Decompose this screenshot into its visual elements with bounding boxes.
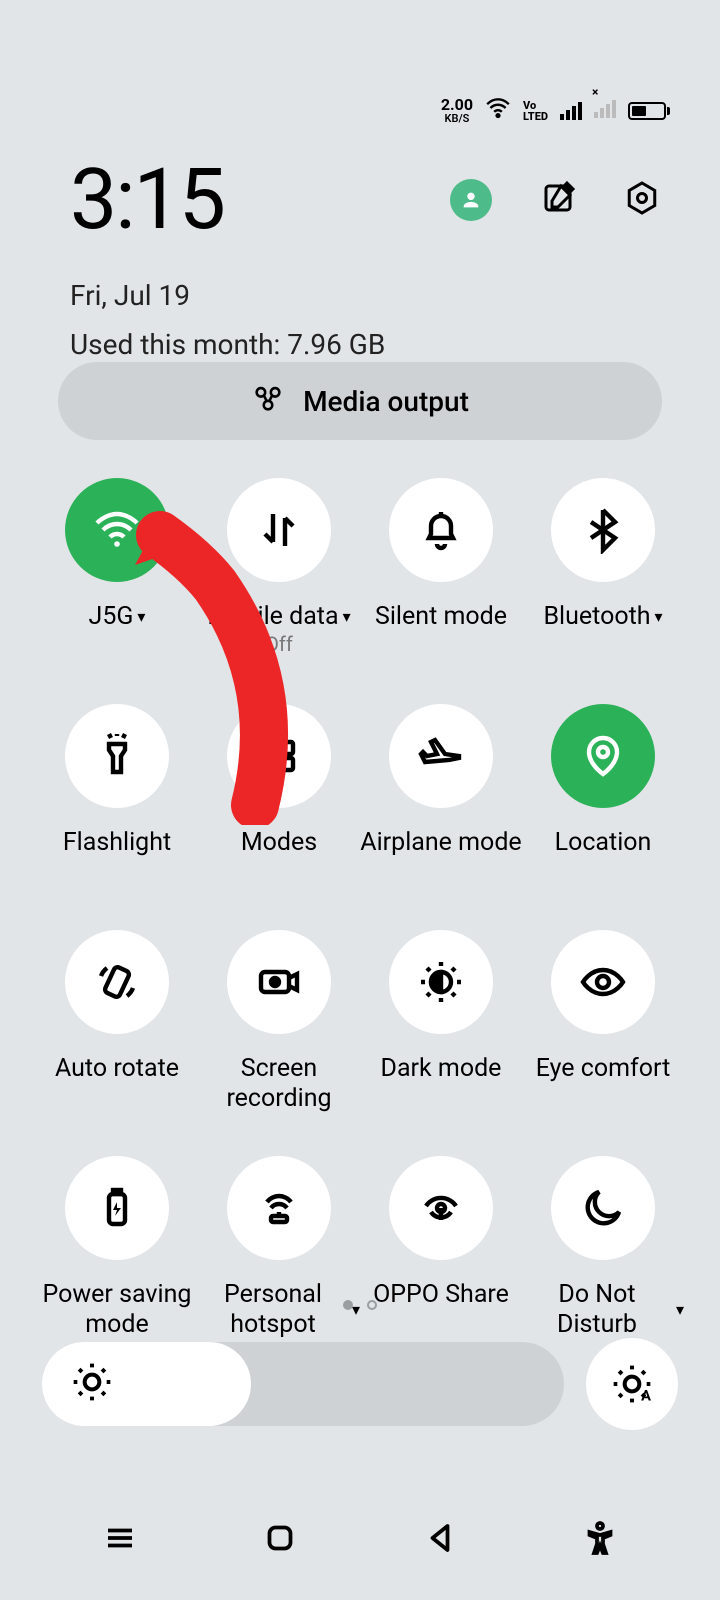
modes-tile[interactable]: Modes <box>198 704 360 888</box>
auto-rotate-icon <box>65 930 169 1034</box>
do-not-disturb-tile[interactable]: Do Not Disturb ▾ <box>522 1156 684 1340</box>
eye-comfort-tile[interactable]: Eye comfort <box>522 930 684 1114</box>
media-output-button[interactable]: Media output <box>58 362 662 440</box>
share-icon <box>389 1156 493 1260</box>
airplane-mode-tile[interactable]: Airplane mode <box>360 704 522 888</box>
back-button[interactable] <box>422 1520 458 1560</box>
clock-time[interactable]: 3:15 <box>70 150 224 249</box>
home-button[interactable] <box>262 1520 298 1560</box>
brightness-icon <box>70 1360 114 1408</box>
wifi-icon <box>65 478 169 582</box>
page-dot-2 <box>367 1300 377 1310</box>
battery-saver-icon <box>65 1156 169 1260</box>
signal-bars-1 <box>560 102 582 120</box>
page-dot-1 <box>343 1300 353 1310</box>
data-usage-label[interactable]: Used this month: 7.96 GB <box>70 328 660 361</box>
media-output-label: Media output <box>303 385 469 418</box>
screen-recording-icon <box>227 930 331 1034</box>
volte-indicator: Vo LTED <box>523 100 548 122</box>
location-tile[interactable]: Location <box>522 704 684 888</box>
quick-settings-grid: J5G▾ Mobile data▾Off Silent mode Bluetoo… <box>36 478 684 1340</box>
bluetooth-tile[interactable]: Bluetooth▾ <box>522 478 684 662</box>
status-bar: 2.00 KB/S Vo LTED × <box>441 95 670 126</box>
settings-button[interactable] <box>624 180 660 220</box>
wifi-icon <box>485 95 511 126</box>
media-output-icon <box>251 381 285 422</box>
date-label[interactable]: Fri, Jul 19 <box>70 279 660 312</box>
user-avatar-button[interactable] <box>450 179 492 221</box>
personal-hotspot-tile[interactable]: Personal hotspot ▾ <box>198 1156 360 1340</box>
mobile-data-tile[interactable]: Mobile data▾Off <box>198 478 360 662</box>
battery-indicator <box>628 102 670 120</box>
edit-button[interactable] <box>540 180 576 220</box>
auto-brightness-button[interactable]: A <box>586 1338 678 1430</box>
airplane-icon <box>389 704 493 808</box>
flashlight-tile[interactable]: Flashlight <box>36 704 198 888</box>
dark-mode-icon <box>389 930 493 1034</box>
oppo-share-tile[interactable]: OPPO Share <box>360 1156 522 1340</box>
hotspot-icon <box>227 1156 331 1260</box>
silent-mode-tile[interactable]: Silent mode <box>360 478 522 662</box>
navigation-bar <box>0 1520 720 1560</box>
signal-bars-2-no-signal: × <box>594 99 616 123</box>
power-saving-tile[interactable]: Power saving mode <box>36 1156 198 1340</box>
svg-text:A: A <box>641 1387 651 1405</box>
modes-icon <box>227 704 331 808</box>
moon-icon <box>551 1156 655 1260</box>
wifi-tile[interactable]: J5G▾ <box>36 478 198 662</box>
eye-icon <box>551 930 655 1034</box>
bell-icon <box>389 478 493 582</box>
network-speed: 2.00 KB/S <box>441 97 473 124</box>
dark-mode-tile[interactable]: Dark mode <box>360 930 522 1114</box>
auto-rotate-tile[interactable]: Auto rotate <box>36 930 198 1114</box>
flashlight-icon <box>65 704 169 808</box>
brightness-slider[interactable] <box>42 1342 564 1426</box>
screen-recording-tile[interactable]: Screen recording <box>198 930 360 1114</box>
bluetooth-icon <box>551 478 655 582</box>
recents-button[interactable] <box>102 1520 138 1560</box>
page-indicator <box>0 1300 720 1310</box>
location-icon <box>551 704 655 808</box>
mobile-data-icon <box>227 478 331 582</box>
accessibility-button[interactable] <box>582 1520 618 1560</box>
